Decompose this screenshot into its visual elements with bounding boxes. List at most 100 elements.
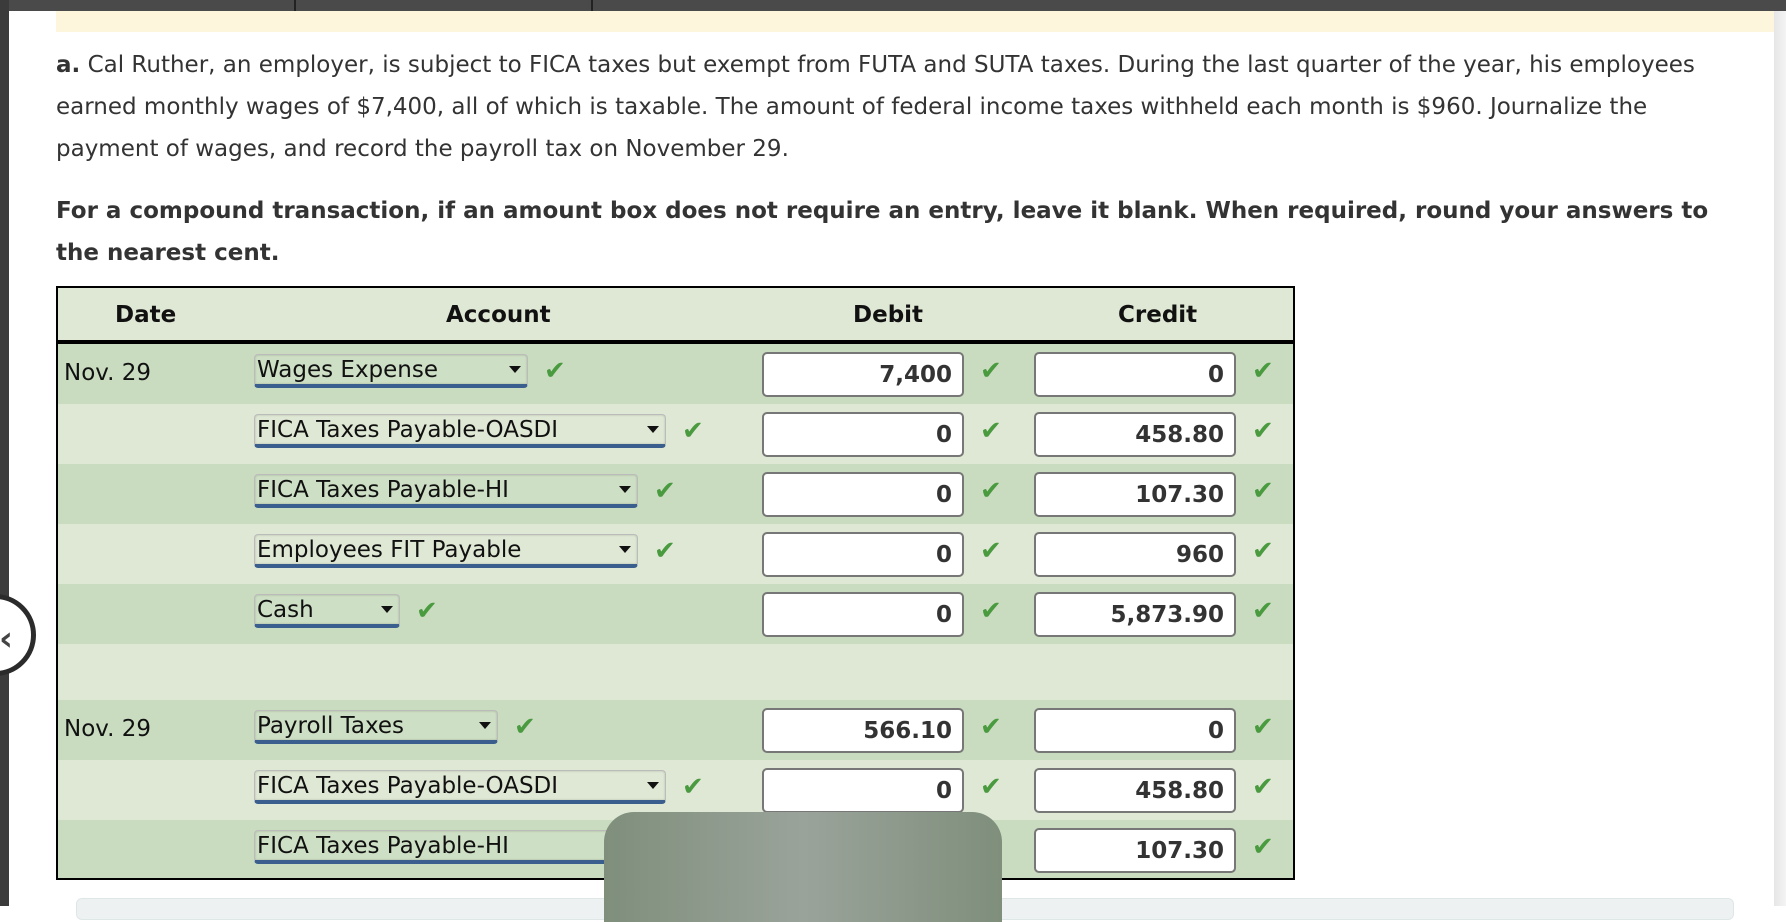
check-icon: ✔ [980, 416, 1002, 446]
check-icon: ✔ [544, 356, 566, 386]
credit-value: 0 [1207, 718, 1224, 744]
credit-input[interactable]: 458.80 [1034, 412, 1236, 457]
debit-input[interactable]: 0 [762, 472, 964, 517]
credit-input[interactable]: 0 [1034, 352, 1236, 397]
check-icon: ✔ [1252, 712, 1274, 742]
check-icon: ✔ [416, 596, 438, 626]
account-select-value: FICA Taxes Payable-OASDI [257, 417, 559, 443]
chevron-left-icon: ‹ [0, 619, 14, 659]
spacer-row [58, 644, 1293, 700]
account-select-value: FICA Taxes Payable-OASDI [257, 773, 559, 799]
account-select[interactable]: Cash [254, 594, 400, 628]
table-header: Date Account Debit Credit [58, 288, 1293, 344]
check-icon: ✔ [1252, 476, 1274, 506]
credit-input[interactable]: 5,873.90 [1034, 592, 1236, 637]
account-select[interactable]: FICA Taxes Payable-OASDI [254, 414, 666, 448]
credit-value: 107.30 [1135, 838, 1224, 864]
chevron-down-icon [647, 426, 659, 433]
check-icon: ✔ [980, 712, 1002, 742]
credit-value: 5,873.90 [1110, 602, 1225, 628]
debit-value: 0 [935, 422, 952, 448]
header-credit: Credit [1118, 302, 1198, 328]
credit-input[interactable]: 458.80 [1034, 768, 1236, 813]
check-icon: ✔ [980, 536, 1002, 566]
header-date: Date [115, 302, 177, 328]
debit-input[interactable]: 0 [762, 592, 964, 637]
debit-input[interactable]: 0 [762, 412, 964, 457]
tab-divider [294, 0, 296, 11]
journal-table: Date Account Debit Credit Nov. 29 Wages … [56, 286, 1295, 880]
check-icon: ✔ [980, 476, 1002, 506]
check-icon: ✔ [682, 772, 704, 802]
credit-input[interactable]: 0 [1034, 708, 1236, 753]
account-select[interactable]: Employees FIT Payable [254, 534, 638, 568]
scroll-edge [1774, 11, 1786, 906]
problem-label: a. [56, 52, 81, 78]
debit-input[interactable]: 0 [762, 768, 964, 813]
entry-date: Nov. 29 [64, 716, 151, 742]
check-icon: ✔ [980, 596, 1002, 626]
credit-value: 458.80 [1135, 778, 1224, 804]
account-select-value: FICA Taxes Payable-HI [257, 477, 509, 503]
account-select[interactable]: FICA Taxes Payable-HI [254, 474, 638, 508]
account-select-value: Employees FIT Payable [257, 537, 522, 563]
notice-banner [56, 11, 1774, 32]
check-icon: ✔ [1252, 356, 1274, 386]
debit-value: 7,400 [879, 362, 952, 388]
debit-value: 0 [935, 778, 952, 804]
table-row: Nov. 29 Payroll Taxes ✔ 566.10 ✔ 0 ✔ [58, 700, 1293, 760]
table-row: Cash ✔ 0 ✔ 5,873.90 ✔ [58, 584, 1293, 644]
check-icon: ✔ [654, 476, 676, 506]
credit-value: 0 [1207, 362, 1224, 388]
table-row: Employees FIT Payable ✔ 0 ✔ 960 ✔ [58, 524, 1293, 584]
account-select[interactable]: Payroll Taxes [254, 710, 498, 744]
check-icon: ✔ [1252, 832, 1274, 862]
debit-value: 0 [935, 482, 952, 508]
credit-input[interactable]: 960 [1034, 532, 1236, 577]
debit-value: 566.10 [863, 718, 952, 744]
tab-divider [591, 0, 593, 11]
credit-value: 107.30 [1135, 482, 1224, 508]
credit-value: 458.80 [1135, 422, 1224, 448]
check-icon: ✔ [1252, 416, 1274, 446]
table-row: FICA Taxes Payable-HI ✔ 0 ✔ 107.30 ✔ [58, 464, 1293, 524]
check-icon: ✔ [980, 356, 1002, 386]
check-icon: ✔ [514, 712, 536, 742]
entry-date: Nov. 29 [64, 360, 151, 386]
chevron-down-icon [509, 366, 521, 373]
check-icon: ✔ [1252, 536, 1274, 566]
debit-value: 0 [935, 602, 952, 628]
chevron-down-icon [479, 722, 491, 729]
problem-statement: a. Cal Ruther, an employer, is subject t… [56, 44, 1756, 170]
check-icon: ✔ [1252, 772, 1274, 802]
table-row: Nov. 29 Wages Expense ✔ 7,400 ✔ 0 ✔ [58, 344, 1293, 404]
debit-input[interactable]: 7,400 [762, 352, 964, 397]
problem-text: Cal Ruther, an employer, is subject to F… [56, 52, 1695, 162]
instructions: For a compound transaction, if an amount… [56, 198, 1709, 266]
chevron-down-icon [647, 782, 659, 789]
credit-input[interactable]: 107.30 [1034, 828, 1236, 873]
table-row: FICA Taxes Payable-OASDI ✔ 0 ✔ 458.80 ✔ [58, 760, 1293, 820]
chevron-down-icon [619, 546, 631, 553]
account-select[interactable]: FICA Taxes Payable-OASDI [254, 770, 666, 804]
debit-input[interactable]: 566.10 [762, 708, 964, 753]
account-select[interactable]: Wages Expense [254, 354, 528, 388]
account-select-value: Payroll Taxes [257, 713, 405, 739]
check-icon: ✔ [682, 416, 704, 446]
account-select-value: Cash [257, 597, 314, 623]
debit-value: 0 [935, 542, 952, 568]
check-icon: ✔ [980, 772, 1002, 802]
chevron-down-icon [619, 486, 631, 493]
account-select-value: Wages Expense [257, 357, 439, 383]
back-button[interactable]: ‹ [0, 594, 36, 676]
debit-input[interactable]: 0 [762, 532, 964, 577]
check-icon: ✔ [654, 536, 676, 566]
chevron-down-icon [381, 606, 393, 613]
account-select[interactable]: FICA Taxes Payable-HI [254, 830, 638, 864]
left-edge-bar [0, 0, 9, 906]
top-tab-bar [0, 0, 1786, 11]
credit-input[interactable]: 107.30 [1034, 472, 1236, 517]
credit-value: 960 [1175, 542, 1224, 568]
check-icon: ✔ [1252, 596, 1274, 626]
header-account: Account [446, 302, 551, 328]
